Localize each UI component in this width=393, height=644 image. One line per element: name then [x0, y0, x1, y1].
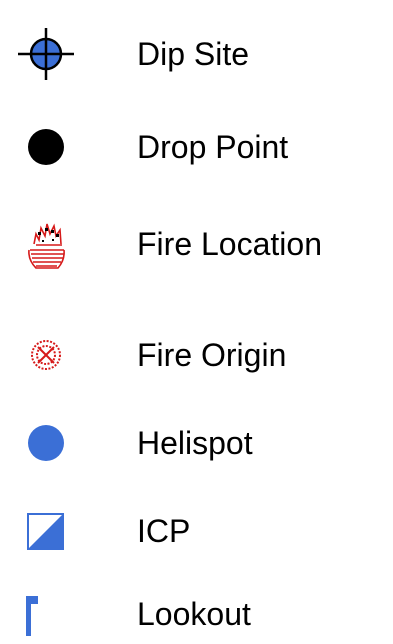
legend-item-icp: ICP [0, 501, 393, 561]
legend-label: ICP [137, 513, 191, 549]
legend-item-fire-origin: Fire Origin [0, 325, 393, 385]
crosshair-circle-icon [14, 24, 78, 84]
legend-item-fire-location: Fire Location [0, 214, 393, 274]
black-circle-icon [14, 117, 78, 177]
legend-item-drop-point: Drop Point [0, 117, 393, 177]
symbol-legend: Dip Site Drop Point Fire Location Fire O… [0, 0, 393, 644]
legend-label: Helispot [137, 425, 253, 461]
half-square-icon [14, 501, 78, 561]
legend-label: Lookout [137, 596, 251, 632]
legend-item-dip-site: Dip Site [0, 24, 393, 84]
legend-item-helispot: Helispot [0, 413, 393, 473]
blue-circle-icon [14, 413, 78, 473]
fire-origin-icon [14, 325, 78, 385]
legend-label: Drop Point [137, 129, 289, 165]
legend-label: Fire Origin [137, 337, 287, 373]
flame-icon [14, 214, 78, 274]
legend-item-lookout: Lookout [0, 584, 393, 644]
legend-label: Dip Site [137, 36, 250, 72]
flag-icon [14, 584, 78, 644]
legend-label: Fire Location [137, 226, 322, 262]
